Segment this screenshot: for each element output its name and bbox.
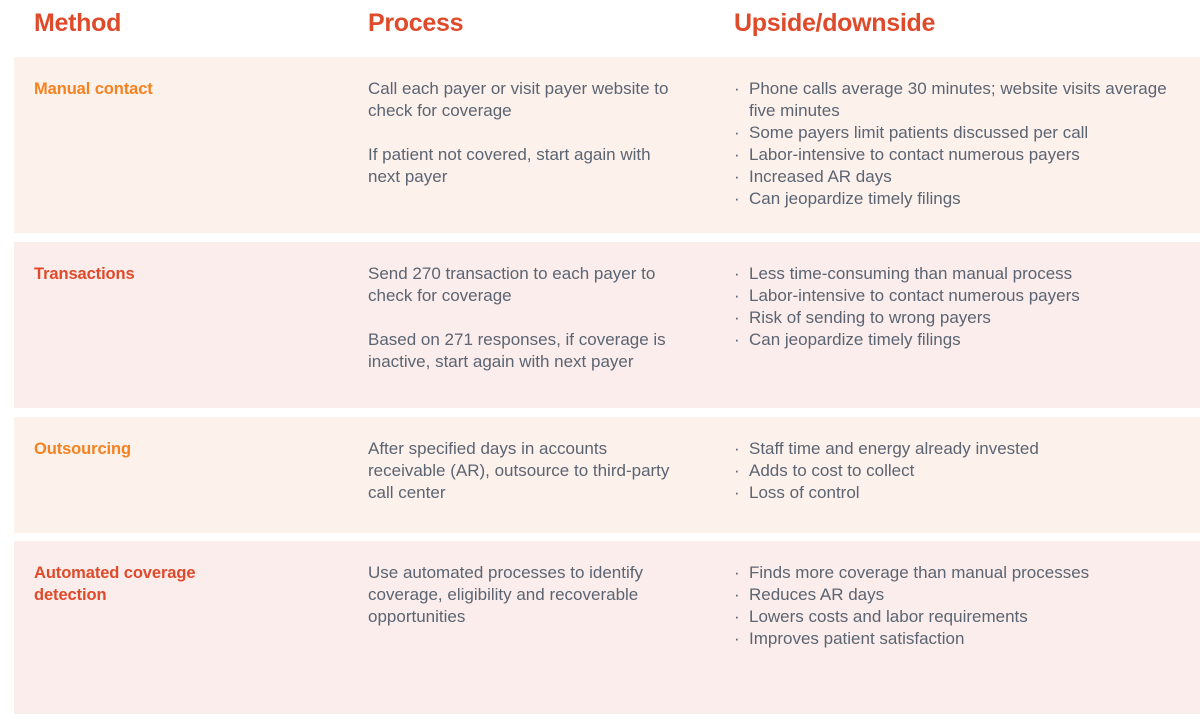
process-paragraph: After specified days in accounts receiva… xyxy=(368,439,670,502)
process-description: Use automated processes to identify cove… xyxy=(368,562,678,628)
table-header-row: Method Process Upside/downside xyxy=(0,0,1200,57)
list-item: · Improves patient satisfaction xyxy=(734,628,1194,650)
list-item: · Staff time and energy already invested xyxy=(734,438,1194,460)
list-item-label: Improves patient satisfaction xyxy=(749,629,965,648)
process-description: Call each payer or visit payer website t… xyxy=(368,78,678,188)
list-item: · Increased AR days xyxy=(734,166,1194,188)
table-row: Outsourcing After specified days in accou… xyxy=(14,417,1200,533)
column-header-method: Method xyxy=(34,9,122,37)
list-item-label: Can jeopardize timely filings xyxy=(749,330,961,349)
column-header-upside-downside: Upside/downside xyxy=(734,9,936,37)
process-description: Send 270 transaction to each payer to ch… xyxy=(368,263,678,373)
list-item: · Finds more coverage than manual process… xyxy=(734,562,1194,584)
bullet-dot-icon: · xyxy=(734,330,740,349)
list-item: · Less time-consuming than manual process xyxy=(734,263,1194,285)
bullet-dot-icon: · xyxy=(734,483,740,502)
bullet-dot-icon: · xyxy=(734,439,740,458)
process-paragraph: Send 270 transaction to each payer to ch… xyxy=(368,264,656,305)
list-item: · Lowers costs and labor requirements xyxy=(734,606,1194,628)
bullet-dot-icon: · xyxy=(734,308,740,327)
list-item-label: Finds more coverage than manual processe… xyxy=(749,563,1090,582)
list-item-label: Loss of control xyxy=(749,483,860,502)
list-item: · Adds to cost to collect xyxy=(734,460,1194,482)
list-item-label: Increased AR days xyxy=(749,167,892,186)
list-item-label: Risk of sending to wrong payers xyxy=(749,308,991,327)
bullet-dot-icon: · xyxy=(734,167,740,186)
list-item: · Loss of control xyxy=(734,482,1194,504)
bullet-list: · Finds more coverage than manual process… xyxy=(734,562,1194,650)
bullet-list: · Less time-consuming than manual process… xyxy=(734,263,1194,351)
list-item: · Phone calls average 30 minutes; website… xyxy=(734,78,1194,122)
list-item: · Some payers limit patients discussed pe… xyxy=(734,122,1194,144)
bullet-dot-icon: · xyxy=(734,145,740,164)
list-item-label: Labor-intensive to contact numerous paye… xyxy=(749,145,1080,164)
column-header-process: Process xyxy=(368,9,464,37)
bullet-dot-icon: · xyxy=(734,286,740,305)
table-row: Transactions Send 270 transaction to each… xyxy=(14,242,1200,408)
list-item: · Labor-intensive to contact numerous pay… xyxy=(734,144,1194,166)
table-row: Manual contact Call each payer or visit p… xyxy=(14,57,1200,233)
list-item-label: Adds to cost to collect xyxy=(749,461,915,480)
list-item-label: Less time-consuming than manual process xyxy=(749,264,1073,283)
process-description: After specified days in accounts receiva… xyxy=(368,438,678,504)
list-item-label: Phone calls average 30 minutes; website … xyxy=(749,79,1167,120)
process-paragraph: Use automated processes to identify cove… xyxy=(368,563,643,626)
list-item: · Can jeopardize timely filings xyxy=(734,329,1194,351)
list-item-label: Can jeopardize timely filings xyxy=(749,189,961,208)
upside-downside-list: · Finds more coverage than manual process… xyxy=(734,562,1194,650)
bullet-dot-icon: · xyxy=(734,461,740,480)
bullet-dot-icon: · xyxy=(734,607,740,626)
bullet-dot-icon: · xyxy=(734,264,740,283)
bullet-dot-icon: · xyxy=(734,79,740,98)
bullet-dot-icon: · xyxy=(734,189,740,208)
list-item-label: Labor-intensive to contact numerous paye… xyxy=(749,286,1080,305)
list-item-label: Lowers costs and labor requirements xyxy=(749,607,1028,626)
bullet-dot-icon: · xyxy=(734,629,740,648)
upside-downside-list: · Staff time and energy already invested ·… xyxy=(734,438,1194,504)
process-paragraph: Call each payer or visit payer website t… xyxy=(368,79,669,120)
list-item-label: Staff time and energy already invested xyxy=(749,439,1039,458)
process-paragraph: Based on 271 responses, if coverage is i… xyxy=(368,330,666,371)
bullet-list: · Staff time and energy already invested ·… xyxy=(734,438,1194,504)
bullet-dot-icon: · xyxy=(734,123,740,142)
list-item: · Labor-intensive to contact numerous pay… xyxy=(734,285,1194,307)
bullet-dot-icon: · xyxy=(734,585,740,604)
bullet-dot-icon: · xyxy=(734,563,740,582)
upside-downside-list: · Phone calls average 30 minutes; website… xyxy=(734,78,1194,210)
comparison-table: Method Process Upside/downside Manual co… xyxy=(0,0,1200,723)
list-item: · Can jeopardize timely filings xyxy=(734,188,1194,210)
list-item-label: Some payers limit patients discussed per… xyxy=(749,123,1089,142)
table-row: Automated coverage detection Use automate… xyxy=(14,541,1200,714)
process-paragraph: If patient not covered, start again with… xyxy=(368,145,651,186)
list-item: · Risk of sending to wrong payers xyxy=(734,307,1194,329)
method-label: Manual contact xyxy=(34,80,153,98)
bullet-list: · Phone calls average 30 minutes; website… xyxy=(734,78,1194,210)
list-item-label: Reduces AR days xyxy=(749,585,885,604)
method-label: Automated coverage detection xyxy=(34,564,196,604)
list-item: · Reduces AR days xyxy=(734,584,1194,606)
method-label: Outsourcing xyxy=(34,440,131,458)
method-label: Transactions xyxy=(34,265,135,283)
upside-downside-list: · Less time-consuming than manual process… xyxy=(734,263,1194,351)
